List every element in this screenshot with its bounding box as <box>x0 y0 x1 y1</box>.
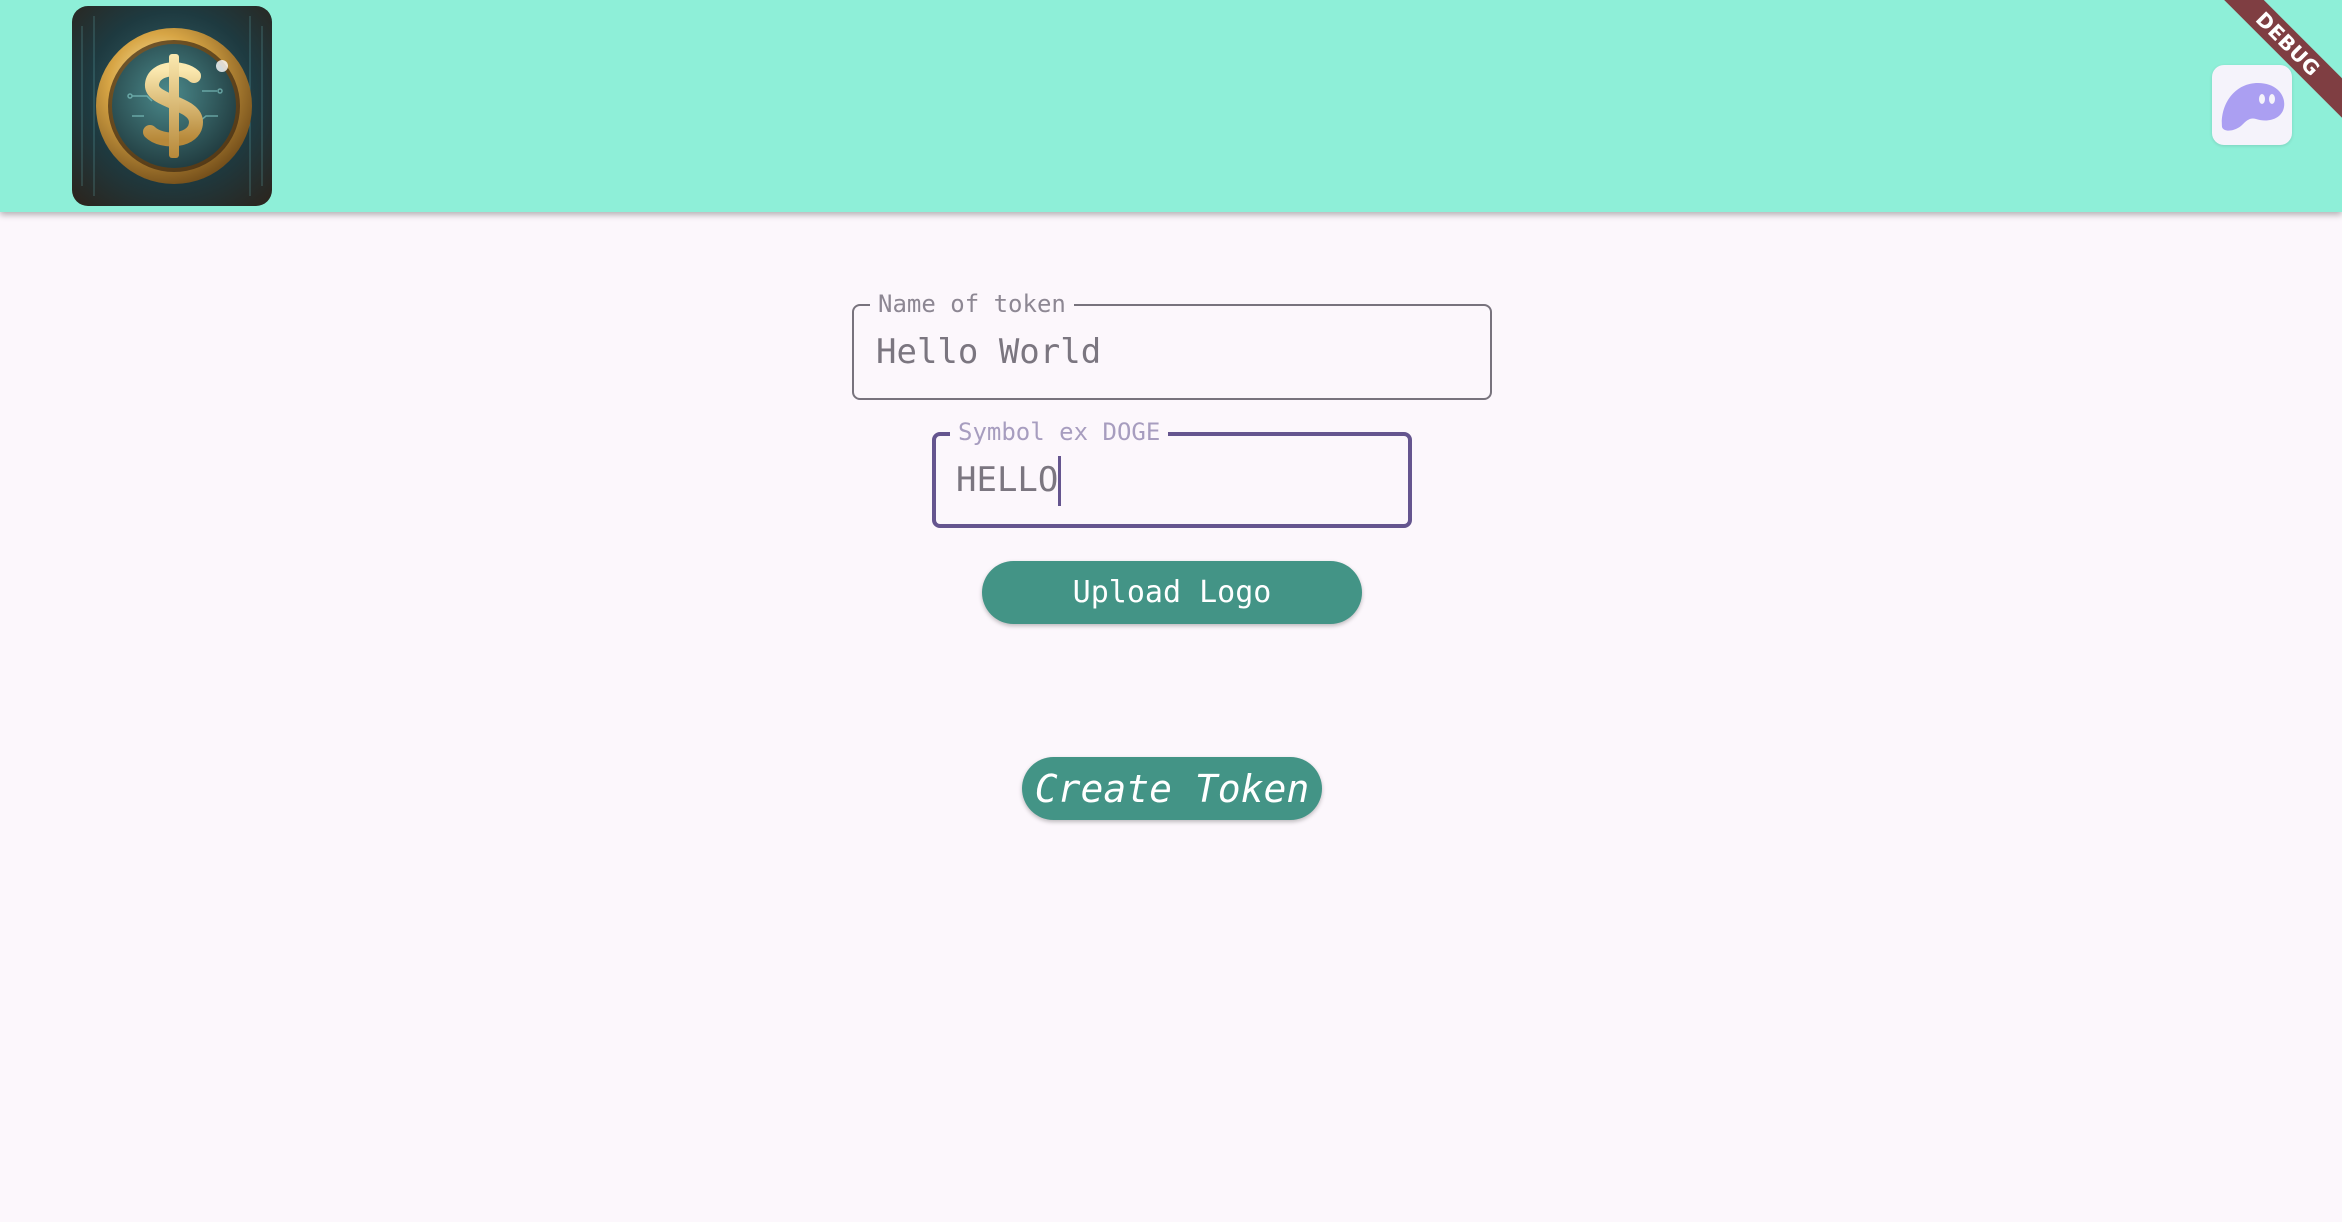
text-cursor <box>1058 456 1061 506</box>
app-bar <box>0 0 2342 212</box>
token-name-label: Name of token <box>870 290 1074 318</box>
token-symbol-field[interactable]: Symbol ex DOGE <box>932 418 1412 528</box>
token-symbol-input[interactable] <box>956 458 1384 502</box>
token-name-input[interactable] <box>876 330 1468 374</box>
phantom-ghost-icon <box>2221 83 2285 131</box>
upload-logo-button[interactable]: Upload Logo <box>982 561 1362 624</box>
app-logo <box>72 6 272 206</box>
create-token-button[interactable]: Create Token <box>1022 757 1322 820</box>
app-root: DEBUG Name of token Symbol ex DOGE Uploa… <box>0 0 2342 1222</box>
token-symbol-label: Symbol ex DOGE <box>950 418 1169 446</box>
wallet-connect-button[interactable] <box>2212 65 2292 145</box>
gold-dollar-coin-icon <box>72 6 272 206</box>
token-name-field[interactable]: Name of token <box>852 290 1492 400</box>
